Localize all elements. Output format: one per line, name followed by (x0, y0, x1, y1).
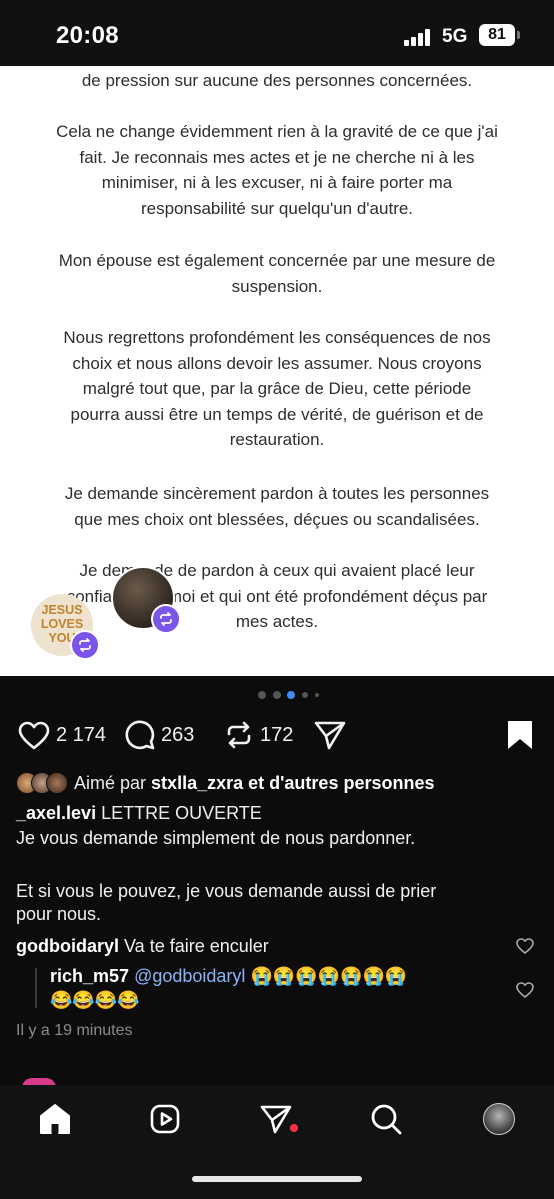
letter-paragraph: Je demande de pardon à ceux qui avaient … (66, 561, 488, 631)
battery-tip (517, 31, 520, 39)
comment: godboidaryl Va te faire enculer (16, 935, 269, 958)
liked-by-row[interactable]: Aimé par stxlla_zxra et d'autres personn… (16, 771, 434, 795)
save-button[interactable] (507, 720, 533, 750)
home-indicator (192, 1176, 362, 1182)
letter-paragraph: Mon épouse est également concernée par u… (58, 251, 496, 296)
caption-title: LETTRE OUVERTE (101, 803, 262, 823)
profile-avatar (483, 1103, 515, 1135)
comment-text: Va te faire enculer (124, 936, 269, 956)
comment-icon (125, 720, 155, 750)
cellular-signal-icon (404, 28, 434, 46)
letter-paragraph: Je demande sincèrement pardon à toutes l… (64, 484, 490, 529)
comment-emoji: 😭😭😭😭😭😭😭 (250, 966, 408, 986)
status-time: 20:08 (56, 22, 119, 49)
liker-avatar (46, 772, 68, 794)
letter-paragraph: Nous regrettons profondément les conséqu… (63, 328, 491, 449)
nav-home[interactable] (35, 1099, 75, 1139)
liked-by-user[interactable]: stxlla_zxra (151, 773, 243, 793)
share-button[interactable] (314, 720, 346, 750)
caption-username[interactable]: _axel.levi (16, 803, 96, 823)
like-button[interactable]: 2 174 (18, 720, 106, 750)
reply-thread-line (35, 968, 37, 1008)
caption-line: pour nous. (16, 904, 102, 924)
comment-like-icon[interactable] (516, 938, 534, 954)
repost-badge-icon (151, 604, 181, 634)
comment-emoji-line: 😂😂😂😂 (50, 990, 140, 1010)
nav-reels[interactable] (145, 1099, 185, 1139)
send-icon (314, 721, 346, 750)
notification-dot (290, 1124, 298, 1132)
battery-icon: 81 (479, 24, 515, 46)
nav-search[interactable] (366, 1099, 406, 1139)
letter-paragraph: Cela ne change évidemment rien à la grav… (56, 122, 498, 218)
post-timestamp: Il y a 19 minutes (16, 1022, 133, 1039)
direct-icon (260, 1105, 292, 1134)
reels-icon (150, 1104, 180, 1134)
repost-badge-icon (70, 630, 100, 660)
comment-reply: rich_m57 @godboidaryl 😭😭😭😭😭😭😭 (50, 965, 407, 988)
caption-line: Je vous demande simplement de nous pardo… (16, 828, 416, 848)
nav-direct[interactable] (256, 1099, 296, 1139)
caption-line: Et si vous le pouvez, je vous demande au… (16, 881, 437, 901)
comment-button[interactable]: 263 (125, 720, 194, 750)
search-icon (371, 1104, 402, 1135)
repost-button[interactable]: 172 (224, 720, 293, 750)
comment-username[interactable]: rich_m57 (50, 966, 129, 986)
comment-mention[interactable]: @godboidaryl (134, 966, 245, 986)
comment-like-icon[interactable] (516, 982, 534, 998)
heart-icon (18, 721, 50, 749)
letter-paragraph: de pression sur aucune des personnes con… (81, 71, 473, 90)
caption-header: _axel.levi LETTRE OUVERTE (16, 802, 262, 825)
liked-by-text: Aimé par stxlla_zxra et d'autres personn… (74, 772, 435, 793)
comment-count: 263 (161, 723, 195, 746)
network-type: 5G (442, 26, 468, 47)
repost-icon (227, 721, 251, 749)
like-count: 2 174 (56, 723, 107, 746)
bookmark-icon (508, 721, 532, 749)
nav-profile[interactable] (479, 1099, 519, 1139)
home-icon (40, 1104, 70, 1134)
status-bar: 20:08 5G 81 (0, 0, 554, 66)
repost-count: 172 (260, 723, 294, 746)
comment-username[interactable]: godboidaryl (16, 936, 119, 956)
post-image-letter[interactable]: de pression sur aucune des personnes con… (0, 66, 554, 676)
